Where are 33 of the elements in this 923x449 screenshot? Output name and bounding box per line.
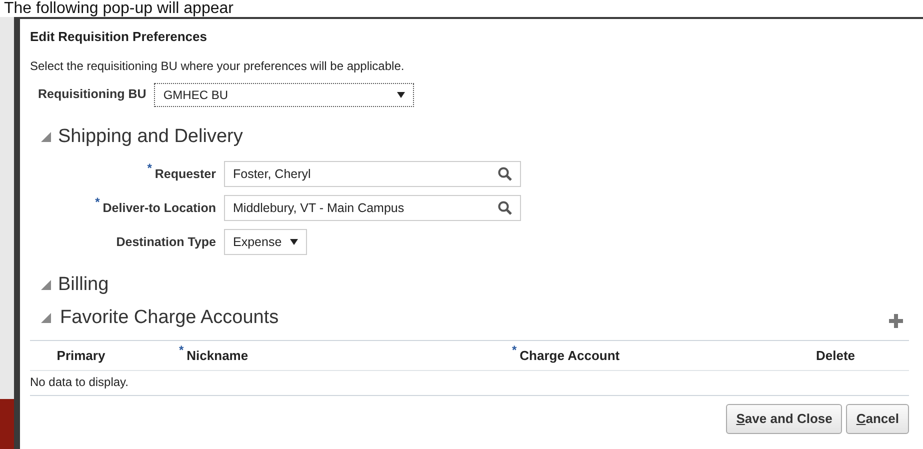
- dropdown-field[interactable]: Expense: [224, 229, 307, 255]
- column-header: Primary: [56, 348, 106, 363]
- collapse-triangle-icon[interactable]: [40, 279, 52, 292]
- add-icon[interactable]: [889, 314, 903, 328]
- required-marker: *: [95, 195, 100, 210]
- section-heading[interactable]: Favorite Charge Accounts: [60, 304, 279, 332]
- dialog-button[interactable]: Cancel: [846, 404, 909, 434]
- field-label: Requisitioning BU: [38, 86, 146, 104]
- dialog-title: Edit Requisition Preferences: [30, 28, 208, 46]
- section-heading[interactable]: Shipping and Delivery: [58, 122, 243, 151]
- lookup-field[interactable]: Middlebury, VT - Main Campus: [224, 195, 521, 221]
- search-icon[interactable]: [498, 201, 512, 215]
- collapse-triangle-icon[interactable]: [40, 312, 52, 324]
- dropdown-field[interactable]: GMHEC BU: [154, 82, 414, 106]
- dropdown-arrow-icon: [397, 92, 406, 98]
- column-header: Nickname: [186, 348, 248, 363]
- required-marker: *: [147, 161, 152, 176]
- required-marker: *: [512, 343, 517, 358]
- instruction-text: Select the requisitioning BU where your preferences will be applicable.: [30, 58, 406, 74]
- caption-text: The following pop-up will appear: [3, 0, 234, 17]
- column-header: Charge Account: [520, 348, 620, 363]
- lookup-field[interactable]: Foster, Cheryl: [224, 161, 521, 187]
- empty-message: No data to display.: [30, 375, 129, 389]
- field-label: Destination Type: [116, 234, 216, 249]
- field-label: Requester: [154, 166, 216, 181]
- column-header: Delete: [816, 348, 856, 363]
- dropdown-arrow-icon: [290, 239, 298, 245]
- collapse-triangle-icon[interactable]: [40, 130, 52, 143]
- dialog-button[interactable]: Save and Close: [726, 404, 842, 434]
- field-label: Deliver-to Location: [102, 200, 216, 215]
- required-marker: *: [179, 343, 184, 358]
- section-heading[interactable]: Billing: [58, 271, 109, 300]
- search-icon[interactable]: [498, 167, 512, 181]
